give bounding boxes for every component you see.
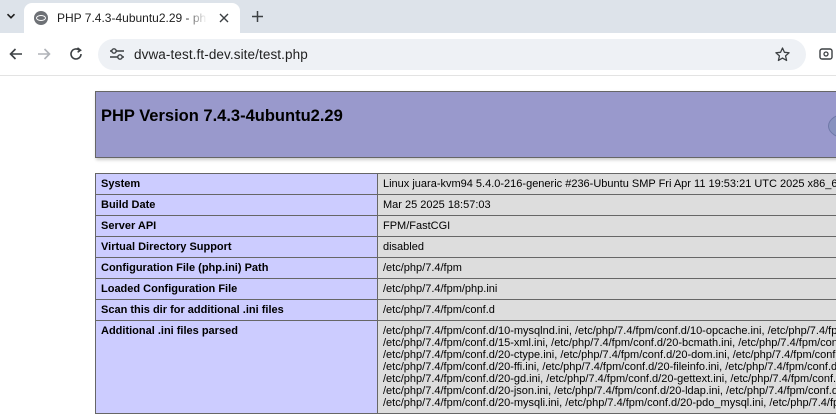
row-label: Loaded Configuration File [95, 278, 378, 300]
php-favicon-icon [34, 11, 48, 25]
tab-title: PHP 7.4.3-4ubuntu2.29 - phpinfo() [57, 11, 207, 25]
site-info-tune-icon[interactable] [108, 45, 126, 63]
ini-file-line: /etc/php/7.4/fpm/conf.d/15-xml.ini, /etc… [383, 337, 836, 349]
row-value: /etc/php/7.4/fpm/conf.d [377, 299, 836, 321]
row-value: FPM/FastCGI [377, 215, 836, 237]
extension-icon[interactable] [816, 44, 836, 64]
ini-file-line: /etc/php/7.4/fpm/conf.d/20-ffi.ini, /etc… [383, 361, 836, 373]
row-label: System [95, 173, 378, 195]
row-value: Mar 25 2025 18:57:03 [377, 194, 836, 216]
back-arrow-icon[interactable] [6, 44, 26, 64]
table-row: Virtual Directory Support disabled [95, 236, 836, 258]
row-label: Additional .ini files parsed [95, 320, 378, 414]
row-value: /etc/php/7.4/fpm [377, 257, 836, 279]
php-logo-icon [828, 113, 836, 139]
ini-file-line: /etc/php/7.4/fpm/conf.d/20-gd.ini, /etc/… [383, 373, 836, 385]
table-row: Configuration File (php.ini) Path /etc/p… [95, 257, 836, 279]
row-value: Linux juara-kvm94 5.4.0-216-generic #236… [377, 173, 836, 195]
active-tab[interactable]: PHP 7.4.3-4ubuntu2.29 - phpinfo() [24, 3, 240, 33]
row-label: Configuration File (php.ini) Path [95, 257, 378, 279]
row-value: /etc/php/7.4/fpm/php.ini [377, 278, 836, 300]
new-tab-plus-icon[interactable] [246, 5, 268, 27]
url-text[interactable]: dvwa-test.ft-dev.site/test.php [134, 47, 308, 62]
row-value: disabled [377, 236, 836, 258]
address-bar[interactable]: dvwa-test.ft-dev.site/test.php [98, 39, 806, 70]
ini-file-line: /etc/php/7.4/fpm/conf.d/20-mysqli.ini, /… [383, 397, 836, 409]
bookmark-star-icon[interactable] [772, 44, 792, 64]
row-label: Server API [95, 215, 378, 237]
reload-icon[interactable] [66, 44, 86, 64]
forward-arrow-icon[interactable] [34, 44, 54, 64]
row-label: Build Date [95, 194, 378, 216]
ini-file-line: /etc/php/7.4/fpm/conf.d/20-json.ini, /et… [383, 385, 836, 397]
close-tab-icon[interactable] [216, 10, 232, 26]
table-row: System Linux juara-kvm94 5.4.0-216-gener… [95, 173, 836, 195]
phpinfo-table: System Linux juara-kvm94 5.4.0-216-gener… [95, 173, 836, 414]
tab-search-chevron-icon[interactable] [0, 4, 22, 28]
php-version-header: PHP Version 7.4.3-4ubuntu2.29 [95, 91, 836, 158]
ini-file-line: /etc/php/7.4/fpm/conf.d/20-ctype.ini, /e… [383, 349, 836, 361]
tab-strip: PHP 7.4.3-4ubuntu2.29 - phpinfo() [0, 0, 836, 33]
page-title: PHP Version 7.4.3-4ubuntu2.29 [101, 107, 343, 125]
row-label: Scan this dir for additional .ini files [95, 299, 378, 321]
ini-file-line: /etc/php/7.4/fpm/conf.d/10-mysqlnd.ini, … [383, 325, 836, 337]
page-viewport: PHP Version 7.4.3-4ubuntu2.29 System Lin… [0, 77, 836, 417]
browser-toolbar: dvwa-test.ft-dev.site/test.php [0, 33, 836, 76]
row-value-multiline: /etc/php/7.4/fpm/conf.d/10-mysqlnd.ini, … [377, 320, 836, 414]
row-label: Virtual Directory Support [95, 236, 378, 258]
table-row: Loaded Configuration File /etc/php/7.4/f… [95, 278, 836, 300]
table-row: Build Date Mar 25 2025 18:57:03 [95, 194, 836, 216]
table-row: Additional .ini files parsed /etc/php/7.… [95, 320, 836, 414]
table-row: Server API FPM/FastCGI [95, 215, 836, 237]
table-row: Scan this dir for additional .ini files … [95, 299, 836, 321]
